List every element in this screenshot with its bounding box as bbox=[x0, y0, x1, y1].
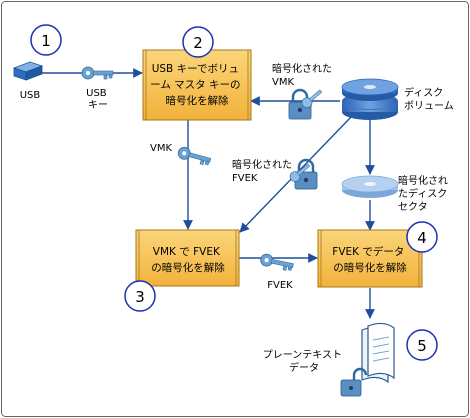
usb-key-label-2: キー bbox=[88, 100, 108, 111]
disk-volume-label-1: ディスク bbox=[404, 86, 443, 99]
encrypted-sector-label-3: セクタ bbox=[398, 201, 428, 213]
box-usb-line2: ーム マスタ キーの bbox=[150, 79, 240, 91]
svg-text:2: 2 bbox=[193, 34, 203, 52]
step-circle-5: 5 bbox=[406, 329, 438, 361]
encrypted-vmk-label-1: 暗号化された bbox=[272, 62, 332, 75]
vmk-label: VMK bbox=[150, 143, 172, 154]
box-fvek-line2: の暗号化を解除 bbox=[333, 261, 407, 274]
usb-device-label: USB bbox=[20, 90, 41, 101]
step-circle-4: 4 bbox=[406, 221, 438, 253]
box-vmk-decrypt: VMK で FVEK の暗号化を解除 bbox=[135, 229, 240, 287]
step-circle-3: 3 bbox=[124, 280, 156, 312]
encrypted-sector-disk-icon bbox=[341, 175, 399, 198]
bitlocker-diagram: USB キーでボリュ ーム マスタ キーの 暗号化を解除 VMK で FVEK … bbox=[0, 0, 470, 418]
svg-text:USB キー: USB キー bbox=[86, 88, 110, 111]
encrypted-sector-label-1: 暗号化され bbox=[398, 174, 448, 187]
plaintext-label-2: データ bbox=[289, 361, 319, 374]
svg-text:3: 3 bbox=[135, 288, 145, 306]
encrypted-vmk-label-2: VMK bbox=[272, 77, 294, 88]
fvek-label: FVEK bbox=[267, 280, 293, 291]
box-usb-line3: 暗号化を解除 bbox=[166, 94, 229, 107]
step-circle-2: 2 bbox=[182, 26, 214, 58]
encrypted-fvek-label-2: FVEK bbox=[232, 173, 258, 184]
plaintext-label-1: プレーンテキスト bbox=[263, 349, 342, 361]
svg-text:5: 5 bbox=[417, 337, 427, 355]
disk-volume-icon bbox=[341, 78, 399, 120]
svg-text:1: 1 bbox=[41, 32, 51, 50]
usb-key-label-1: USB bbox=[86, 88, 107, 99]
box-usb-decrypt: USB キーでボリュ ーム マスタ キーの 暗号化を解除 bbox=[142, 49, 252, 121]
step-circle-1: 1 bbox=[30, 24, 62, 56]
box-usb-line1: USB キーでボリュ bbox=[152, 63, 239, 75]
box-fvek-line1: FVEK でデータ bbox=[332, 245, 404, 258]
disk-volume-label-2: ボリューム bbox=[404, 100, 454, 112]
box-vmk-line1: VMK で FVEK bbox=[153, 246, 221, 258]
svg-text:4: 4 bbox=[417, 229, 427, 247]
encrypted-sector-label-2: たディスク bbox=[398, 187, 447, 200]
encrypted-fvek-label-1: 暗号化された bbox=[232, 158, 292, 171]
box-vmk-line2: の暗号化を解除 bbox=[151, 261, 225, 274]
